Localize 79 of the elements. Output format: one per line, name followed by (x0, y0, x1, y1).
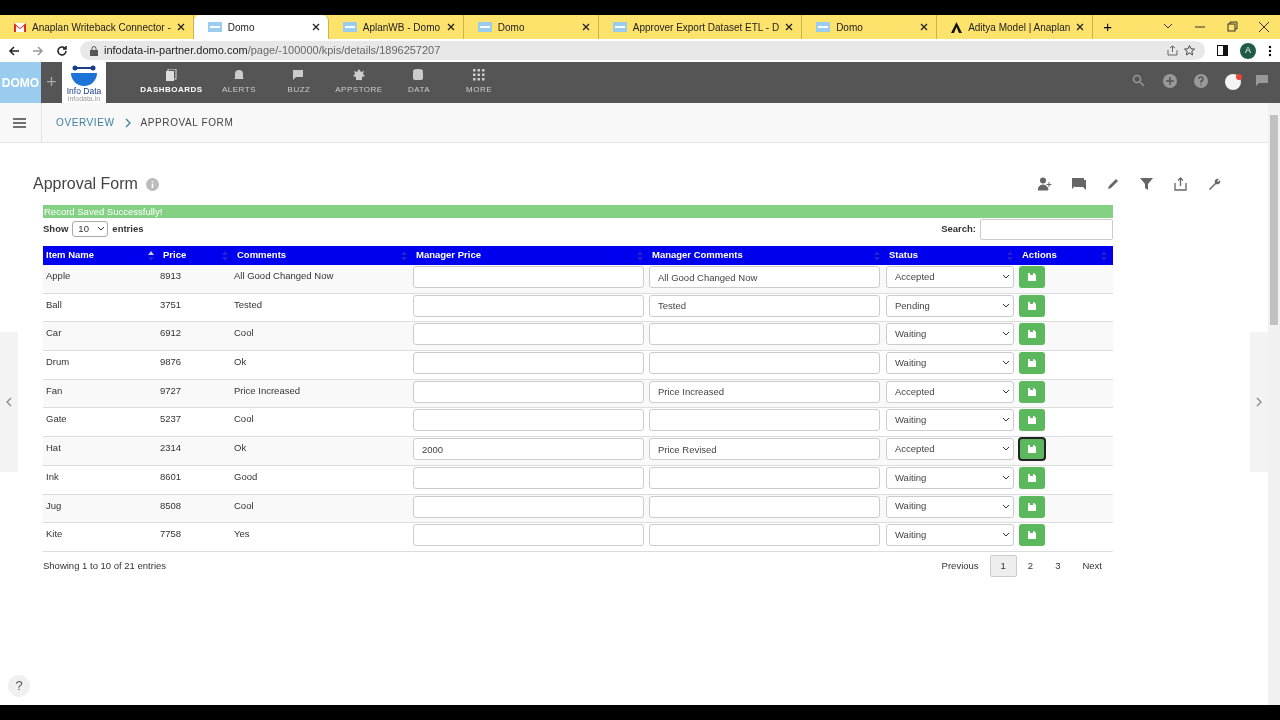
comments-cell-text: All Good Changed Now (234, 269, 335, 283)
brand-name: Info Data (66, 86, 102, 95)
item-name-cell-text: Apple (45, 269, 72, 283)
show-label: Show (43, 221, 69, 236)
status-select[interactable]: Waiting (886, 352, 1014, 375)
price-cell-text: 3751 (160, 297, 183, 312)
status-select[interactable]: Waiting (886, 466, 1014, 489)
column-header[interactable]: Price (160, 248, 234, 263)
item-name-cell-text: Jug (45, 498, 63, 513)
item-name-cell-text: Hat (45, 441, 62, 456)
nav-item[interactable]: DATA (389, 62, 449, 103)
breadcrumb-link[interactable]: OVERVIEW (56, 115, 115, 130)
manager-comments-field[interactable]: Price Revised (649, 438, 880, 461)
status-select[interactable]: Accepted (886, 438, 1014, 461)
comments-cell-text: Ok (234, 355, 248, 370)
item-name-cell-text: Fan (45, 383, 64, 398)
comments-cell-text: Cool (234, 326, 255, 341)
price-cell-text: 6912 (160, 326, 183, 341)
entries-label: entries (112, 221, 144, 236)
status-select[interactable]: Waiting (886, 323, 1014, 346)
profile-avatar[interactable]: A (1240, 42, 1256, 59)
status-select[interactable]: Pending (886, 294, 1014, 317)
column-header[interactable]: Actions (1019, 248, 1113, 263)
address-bar[interactable]: infodata-in-partner.domo.com/page/-100000/kpis/details/1896257207 (80, 41, 1205, 60)
pagination-button[interactable]: Previous (930, 554, 990, 578)
nav-item[interactable]: MORE (449, 62, 509, 103)
manager-comments-field[interactable]: All Good Changed Now (649, 266, 880, 288)
status-select[interactable]: Accepted (886, 380, 1014, 403)
status-select[interactable]: Waiting (886, 524, 1014, 547)
comments-cell-text: Cool (234, 498, 255, 513)
item-name-cell-text: Car (45, 326, 63, 341)
status-select[interactable]: Waiting (886, 409, 1014, 432)
price-cell-text: 8508 (160, 498, 183, 513)
nav-item[interactable]: APPSTORE (329, 62, 389, 103)
pagination-button[interactable]: 3 (1044, 554, 1072, 578)
url-text: infodata-in-partner.domo.com/page/-100000/kpis/details/1896257207 (104, 43, 441, 59)
item-name-cell-text: Kite (45, 527, 64, 542)
search-label: Search: (941, 221, 976, 236)
table-info: Showing 1 to 10 of 21 entries (43, 558, 167, 573)
price-cell-text: 2314 (160, 441, 183, 456)
comments-cell-text: Yes (234, 527, 251, 542)
help-button[interactable]: ? (8, 675, 30, 697)
nav-item[interactable]: DASHBOARDS (134, 62, 209, 103)
item-name-cell-text: Ball (45, 297, 63, 312)
price-cell-text: 8601 (160, 469, 183, 484)
pagination-button[interactable]: 1 (989, 554, 1017, 578)
comments-cell-text: Ok (234, 441, 248, 456)
comments-cell-text: Tested (234, 297, 263, 312)
nav-item[interactable]: ALERTS (209, 62, 269, 103)
price-cell-text: 9727 (160, 383, 183, 398)
item-name-cell-text: Ink (45, 469, 60, 484)
price-cell-text: 7758 (160, 527, 183, 542)
item-name-cell-text: Gate (45, 412, 68, 427)
price-cell-text: 9876 (160, 355, 183, 370)
nav-item[interactable]: BUZZ (269, 62, 329, 103)
manager-comments-field[interactable]: Price Increased (649, 380, 880, 403)
column-header[interactable]: Manager Price (413, 248, 649, 263)
comments-cell-text: Price Increased (234, 383, 301, 398)
pagination-button[interactable]: 2 (1016, 554, 1045, 578)
column-header[interactable]: Comments (234, 248, 413, 263)
page-title: Approval Form (33, 174, 138, 194)
page-length-select[interactable]: 10 (72, 221, 109, 237)
success-message: Record Saved Successfully! (43, 205, 1113, 218)
status-select[interactable]: Accepted (886, 266, 1014, 288)
comments-cell-text: Good (234, 469, 259, 484)
pagination-button[interactable]: Next (1071, 554, 1113, 578)
price-cell-text: 8913 (160, 269, 183, 283)
status-select[interactable]: Waiting (886, 495, 1014, 518)
breadcrumb-current: APPROVAL FORM (140, 116, 234, 130)
price-cell-text: 5237 (160, 412, 183, 427)
column-header[interactable]: Status (886, 248, 1019, 263)
column-header[interactable]: Item Name (43, 248, 160, 263)
column-header[interactable]: Manager Comments (649, 248, 886, 263)
item-name-cell-text: Drum (45, 355, 71, 370)
browser-tab[interactable]: Domo (193, 15, 329, 39)
manager-price-field[interactable]: 2000 (413, 438, 644, 461)
manager-comments-field[interactable]: Tested (649, 294, 880, 317)
comments-cell-text: Cool (234, 412, 255, 427)
new-tab-button[interactable]: + (1093, 15, 1122, 39)
